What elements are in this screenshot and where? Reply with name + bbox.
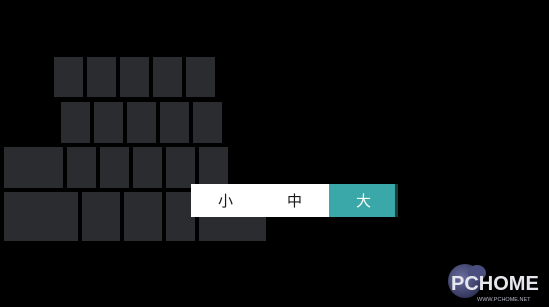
keyboard-key [100, 147, 129, 188]
keyboard-key-wide [4, 147, 63, 188]
keyboard-key [153, 57, 182, 97]
watermark-logo-text: PCHOME [451, 273, 539, 295]
keyboard-key [87, 57, 116, 97]
keyboard-key [193, 102, 222, 143]
keyboard-key [82, 192, 120, 241]
size-option-large[interactable]: 大 [329, 184, 398, 217]
keyboard-key [133, 147, 162, 188]
size-option-small[interactable]: 小 [191, 184, 260, 217]
keyboard-key [67, 147, 96, 188]
keyboard-key [61, 102, 90, 143]
pchome-logo-icon: PCHOME WWW.PCHOME.NET [448, 264, 539, 303]
keyboard-key [127, 102, 156, 143]
keyboard-key [166, 147, 195, 188]
keyboard-key [94, 102, 123, 143]
keyboard-size-menu: 小 中 大 [191, 184, 398, 217]
keyboard-key [160, 102, 189, 143]
keyboard-key [124, 192, 162, 241]
keyboard-key [199, 147, 228, 188]
keyboard-key-wide [4, 192, 78, 241]
keyboard-key [54, 57, 83, 97]
menu-edge-divider [395, 184, 398, 217]
keyboard-key [120, 57, 149, 97]
watermark-url-text: WWW.PCHOME.NET [477, 297, 531, 303]
pchome-watermark: PCHOME WWW.PCHOME.NET [447, 257, 547, 303]
keyboard-key [186, 57, 215, 97]
size-option-medium[interactable]: 中 [260, 184, 329, 217]
